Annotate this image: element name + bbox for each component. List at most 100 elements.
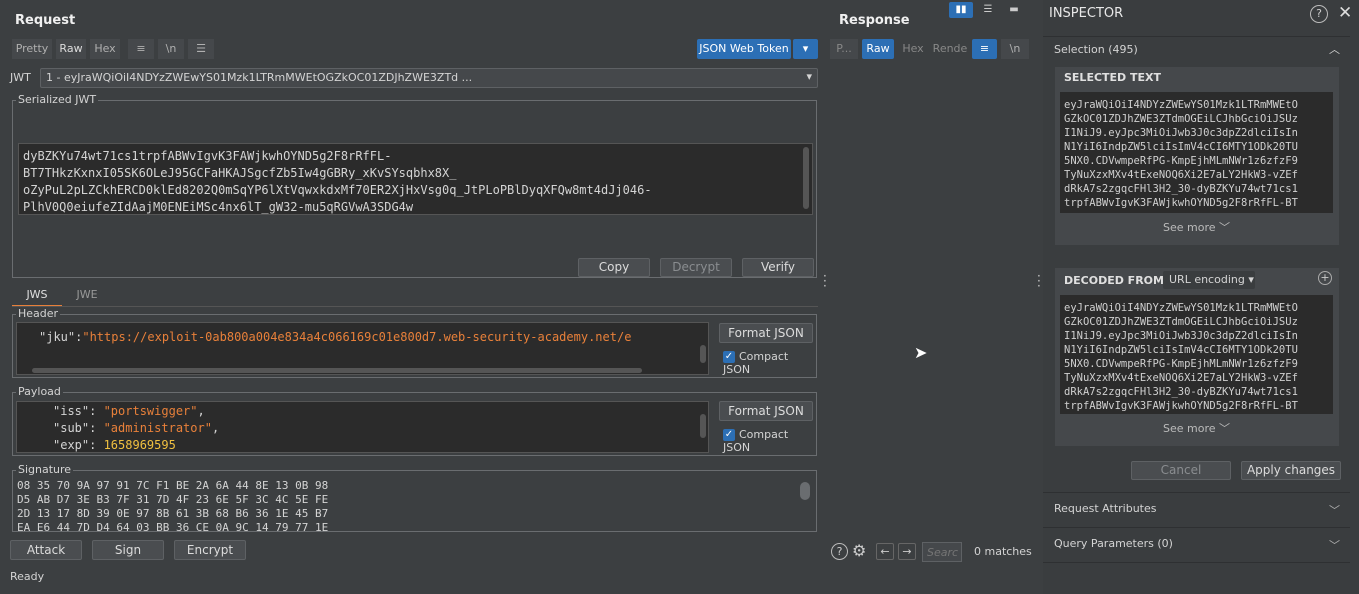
payload-editor[interactable]: "iss": "portswigger", "sub": "administra… — [16, 401, 709, 453]
see-more-label: See more — [1163, 422, 1216, 435]
header-format-json-button[interactable]: Format JSON — [719, 323, 813, 343]
header-hscroll[interactable] — [32, 368, 642, 373]
sign-button[interactable]: Sign — [92, 540, 164, 560]
header-vscroll[interactable] — [700, 345, 706, 363]
decoded-from-value: URL encoding — [1169, 273, 1245, 286]
payload-compact-json-checkbox[interactable]: ✓ Compact JSON — [723, 428, 816, 454]
payload-format-json-button[interactable]: Format JSON — [719, 401, 813, 421]
signature-hex-view[interactable]: 08 35 70 9A 97 91 7C F1 BE 2A 6A 44 8E 1… — [14, 478, 804, 532]
layout-split-icon[interactable]: ▮▮ — [949, 2, 973, 18]
layout-horizontal-icon[interactable]: ☰ — [976, 2, 1000, 18]
signature-group: Signature 08 35 70 9A 97 91 7C F1 BE 2A … — [12, 463, 817, 532]
decoded-from-select[interactable]: URL encoding ▾ — [1163, 271, 1255, 289]
header-group: Header "jku":"https://exploit-0ab800a004… — [12, 307, 817, 378]
chevron-down-icon: ▾ — [806, 70, 812, 83]
tab-hex[interactable]: Hex — [90, 39, 120, 59]
selected-text-card: SELECTED TEXT eyJraWQiOiI4NDYzZWEwYS01Mz… — [1055, 67, 1339, 245]
menu-icon[interactable]: ☰ — [188, 39, 214, 59]
jwt-select[interactable]: 1 - eyJraWQiOiI4NDYzZWEwYS01Mzk1LTRmMWEt… — [40, 68, 818, 88]
help-icon[interactable]: ? — [831, 543, 848, 560]
check-icon: ✓ — [723, 351, 735, 363]
decoded-from-card: DECODED FROM: URL encoding ▾ + eyJraWQiO… — [1055, 268, 1339, 446]
tab-pretty[interactable]: Pretty — [12, 39, 52, 59]
selected-text-line: trpfABWvIgvK3FAWjkwhOYND5g2F8rRfFL-BT — [1064, 197, 1298, 209]
newline-icon[interactable]: \n — [158, 39, 184, 59]
selected-text-box[interactable]: eyJraWQiOiI4NDYzZWEwYS01Mzk1LTRmMWEtO GZ… — [1060, 92, 1333, 213]
serialized-line: PlhV0Q0eiufeZIdAajM0ENEiMSc4nx6lT_gW32-m… — [23, 200, 414, 214]
header-editor[interactable]: "jku":"https://exploit-0ab800a004e834a4c… — [16, 322, 709, 375]
splitter-handle-icon[interactable]: · · · — [823, 270, 827, 292]
payload-key: "iss" — [53, 404, 90, 418]
add-decoding-icon[interactable]: + — [1318, 271, 1332, 285]
chevron-up-icon: ︿ — [1329, 43, 1340, 56]
response-tab-raw[interactable]: Raw — [862, 39, 894, 59]
signature-legend: Signature — [16, 463, 74, 476]
query-parameters-label: Query Parameters (0) — [1054, 537, 1173, 550]
payload-line: "sub": "administrator", — [53, 421, 220, 435]
decoded-line: GZkOC01ZDJhZWE3ZTdmOGEiLCJhbGciOiJSUz — [1064, 316, 1298, 328]
verify-button[interactable]: Verify — [742, 258, 814, 277]
payload-comma: , — [197, 404, 205, 418]
tab-jwe[interactable]: JWE — [62, 288, 112, 307]
request-attributes-label: Request Attributes — [1054, 502, 1157, 515]
response-title: Response — [839, 13, 910, 28]
response-newline-icon[interactable]: \n — [1001, 39, 1029, 59]
gear-icon[interactable]: ⚙ — [852, 541, 866, 560]
request-title: Request — [15, 13, 76, 28]
decoded-line: 5NX0.CDVwmpeRfPG-KmpEjhMLmNWr1z6zfzF9 — [1064, 358, 1298, 370]
selected-text-line: eyJraWQiOiI4NDYzZWEwYS01Mzk1LTRmMWEtO — [1064, 99, 1298, 111]
serialized-jwt-editor[interactable]: dyBZKYu74wt71cs1trpfABWvIgvK3FAWjkwhOYND… — [18, 143, 813, 215]
chevron-down-icon: ﹀ — [1219, 221, 1231, 234]
payload-comma: , — [211, 421, 220, 435]
close-icon[interactable]: ✕ — [1338, 3, 1352, 23]
forward-arrow-icon[interactable]: → — [898, 543, 916, 560]
layout-toggle[interactable]: ▮▮ ☰ ▬ — [949, 2, 1027, 18]
signature-vscroll[interactable] — [800, 482, 810, 500]
decoded-line: N1YiI6IndpZW5lciIsImV4cCI6MTY1ODk20TU — [1064, 344, 1298, 356]
response-tab-render[interactable]: Rende — [932, 39, 968, 59]
signature-row: 2D 13 17 8D 39 0E 97 8B 61 3B 68 B6 36 1… — [17, 507, 329, 520]
header-compact-json-checkbox[interactable]: ✓ Compact JSON — [723, 350, 816, 376]
payload-line: "exp": 1658969595 — [53, 438, 176, 452]
decoded-line: TyNuXzxMXv4tExeNOQ6Xi2E7aLY2HkW3-vZEf — [1064, 372, 1298, 384]
decrypt-button[interactable]: Decrypt — [660, 258, 732, 277]
serialized-scrollbar[interactable] — [803, 147, 809, 209]
payload-value: "portswigger" — [103, 404, 198, 418]
inspector-splitter-icon[interactable]: · · · — [1037, 270, 1041, 292]
cancel-button[interactable]: Cancel — [1131, 461, 1231, 480]
see-more-label: See more — [1163, 221, 1216, 234]
response-search-input[interactable] — [922, 542, 962, 562]
response-tab-pretty[interactable]: P... — [830, 39, 858, 59]
serialized-line: oZyPuL2pLZCkhERCD0klEd8202Q0mSqYP6lXtVqw… — [23, 183, 652, 197]
wrap-icon[interactable]: ≡ — [128, 39, 154, 59]
selection-header[interactable]: Selection (495) ︿ — [1043, 36, 1350, 62]
tab-jws[interactable]: JWS — [12, 288, 62, 307]
decoded-from-label: DECODED FROM: — [1064, 274, 1169, 287]
attack-button[interactable]: Attack — [10, 540, 82, 560]
request-attributes-section[interactable]: Request Attributes ﹀ — [1043, 492, 1350, 526]
chevron-down-icon: ▾ — [1248, 273, 1254, 286]
selected-see-more[interactable]: See more ﹀ — [1163, 219, 1230, 235]
tab-raw[interactable]: Raw — [56, 39, 86, 59]
decoded-line: eyJraWQiOiI4NDYzZWEwYS01Mzk1LTRmMWEtO — [1064, 302, 1298, 314]
query-parameters-section[interactable]: Query Parameters (0) ﹀ — [1043, 527, 1350, 561]
inspector-help-icon[interactable]: ? — [1310, 5, 1328, 23]
jwt-select-value: 1 - eyJraWQiOiI4NDYzZWEwYS01Mzk1LTRmMWEt… — [46, 71, 473, 84]
back-arrow-icon[interactable]: ← — [876, 543, 894, 560]
encrypt-button[interactable]: Encrypt — [174, 540, 246, 560]
response-wrap-icon[interactable]: ≡ — [972, 39, 997, 59]
chevron-down-icon: ﹀ — [1329, 539, 1340, 552]
decoded-text-box[interactable]: eyJraWQiOiI4NDYzZWEwYS01Mzk1LTRmMWEtO GZ… — [1060, 295, 1333, 414]
tab-json-web-token[interactable]: JSON Web Token — [697, 39, 791, 59]
decoded-see-more[interactable]: See more ﹀ — [1163, 420, 1230, 436]
apply-changes-button[interactable]: Apply changes — [1241, 461, 1341, 480]
signature-row: 08 35 70 9A 97 91 7C F1 BE 2A 6A 44 8E 1… — [17, 479, 329, 493]
layout-single-icon[interactable]: ▬ — [1002, 2, 1026, 18]
payload-value: 1658969595 — [103, 438, 176, 452]
decoded-line: I1NiJ9.eyJpc3MiOiJwb3J0c3dpZ2dlciIsIn — [1064, 330, 1298, 342]
inspector-title: INSPECTOR — [1049, 6, 1124, 21]
copy-button[interactable]: Copy — [578, 258, 650, 277]
response-tab-hex[interactable]: Hex — [898, 39, 928, 59]
jwt-tab-dropdown-icon[interactable]: ▾ — [793, 39, 818, 59]
payload-vscroll[interactable] — [700, 414, 706, 438]
